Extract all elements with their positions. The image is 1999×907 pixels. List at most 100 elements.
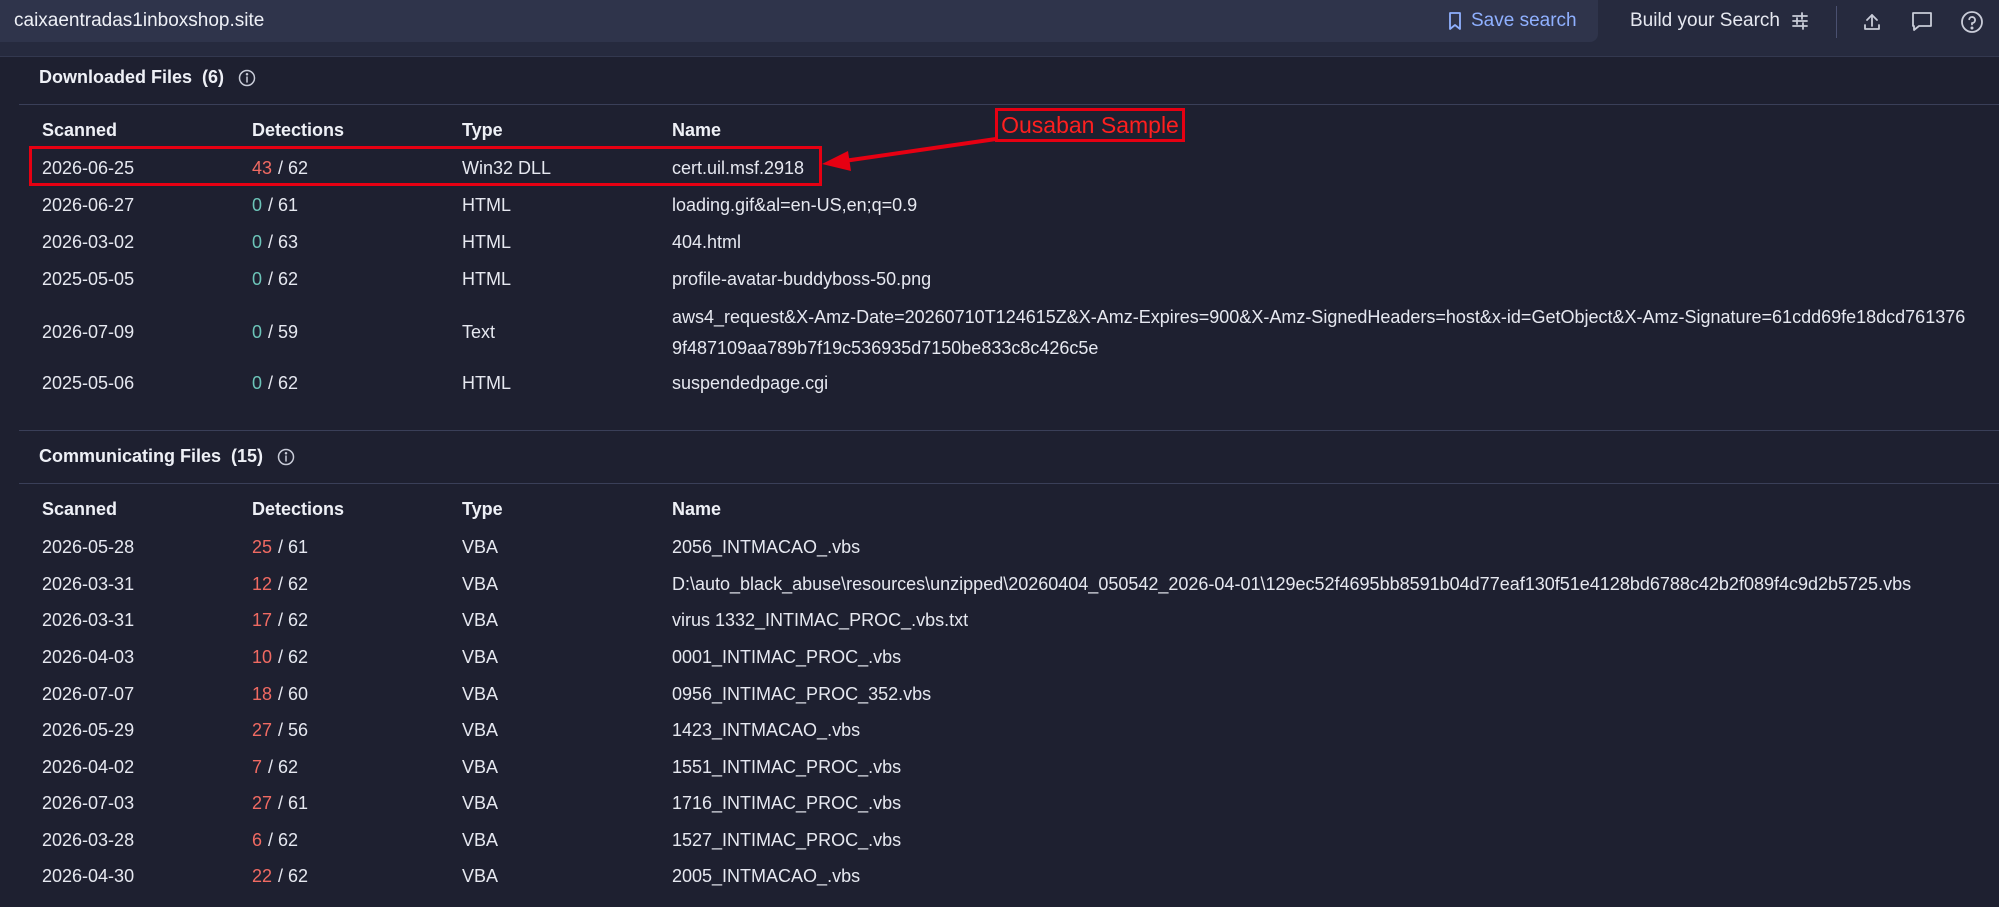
column-detections[interactable]: Detections <box>252 499 344 520</box>
column-type[interactable]: Type <box>462 120 503 141</box>
detection-total: / 61 <box>268 195 299 215</box>
file-name[interactable]: 2005_INTMACAO_.vbs <box>672 866 860 887</box>
column-name[interactable]: Name <box>672 120 721 141</box>
scanned-date: 2026-03-02 <box>42 232 135 252</box>
file-name[interactable]: profile-avatar-buddyboss-50.png <box>672 269 931 290</box>
detection-count: 10 <box>252 647 273 667</box>
file-type: VBA <box>462 610 499 630</box>
table-row[interactable]: 2026-03-31 12/ 62 VBA D:\auto_black_abuse\r… <box>0 570 1999 600</box>
detection-total: / 60 <box>278 684 309 704</box>
table-row[interactable]: 2025-05-05 0/ 62 HTML profile-avatar-buddyb… <box>0 265 1999 295</box>
detection-count: 0 <box>252 322 263 342</box>
detection-ratio[interactable]: 27/ 56 <box>252 720 308 741</box>
file-type: HTML <box>462 269 511 289</box>
detection-ratio[interactable]: 25/ 61 <box>252 537 308 558</box>
file-name[interactable]: 404.html <box>672 232 741 253</box>
file-name[interactable]: loading.gif&al=en-US,en;q=0.9 <box>672 195 917 216</box>
top-bar: caixaentradas1inboxshop.site Save search… <box>0 0 1999 57</box>
upload-icon <box>1864 14 1880 30</box>
file-type: VBA <box>462 866 499 886</box>
detection-ratio[interactable]: 0/ 61 <box>252 195 298 216</box>
column-name[interactable]: Name <box>672 499 721 520</box>
table-row[interactable]: 2026-03-31 17/ 62 VBA virus 1332_INTIMAC_PR… <box>0 606 1999 636</box>
column-scanned[interactable]: Scanned <box>42 120 117 141</box>
detection-ratio[interactable]: 6/ 62 <box>252 830 298 851</box>
detection-count: 0 <box>252 232 263 252</box>
detection-count: 6 <box>252 830 263 850</box>
file-type: VBA <box>462 757 499 777</box>
help-icon <box>1961 11 1983 33</box>
file-name[interactable]: 1551_INTIMAC_PROC_.vbs <box>672 757 901 778</box>
help-button[interactable] <box>1958 8 1986 36</box>
detection-ratio[interactable]: 0/ 62 <box>252 373 298 394</box>
info-icon[interactable] <box>238 69 256 87</box>
column-type[interactable]: Type <box>462 499 503 520</box>
comment-button[interactable] <box>1908 8 1936 36</box>
file-name[interactable]: D:\auto_black_abuse\resources\unzipped\2… <box>672 574 1911 595</box>
communicating-files-title: Communicating Files (15) <box>39 446 295 467</box>
save-search-label: Save search <box>1471 10 1577 31</box>
toolbar-divider <box>1836 6 1837 38</box>
file-type: HTML <box>462 373 511 393</box>
file-name[interactable]: 0956_INTIMAC_PROC_352.vbs <box>672 684 931 705</box>
detection-total: / 62 <box>278 574 309 594</box>
file-name[interactable]: 1716_INTIMAC_PROC_.vbs <box>672 793 901 814</box>
detection-ratio[interactable]: 0/ 59 <box>252 322 298 343</box>
build-search-label: Build your Search <box>1630 10 1780 31</box>
table-row[interactable]: 2026-04-02 7/ 62 VBA 1551_INTIMAC_PROC_.vbs <box>0 753 1999 783</box>
detection-ratio[interactable]: 0/ 63 <box>252 232 298 253</box>
detection-ratio[interactable]: 22/ 62 <box>252 866 308 887</box>
info-icon[interactable] <box>277 448 295 466</box>
table-row[interactable]: 2026-06-27 0/ 61 HTML loading.gif&al=en-US,… <box>0 191 1999 221</box>
detection-ratio[interactable]: 7/ 62 <box>252 757 298 778</box>
file-name[interactable]: virus 1332_INTIMAC_PROC_.vbs.txt <box>672 610 968 631</box>
detection-total: / 56 <box>278 720 309 740</box>
upload-button[interactable] <box>1858 8 1886 36</box>
table-row[interactable]: 2026-07-03 27/ 61 VBA 1716_INTIMAC_PROC_.vb… <box>0 789 1999 819</box>
table-row[interactable]: 2026-04-30 22/ 62 VBA 2005_INTMACAO_.vbs <box>0 862 1999 892</box>
file-name[interactable]: aws4_request&X-Amz-Date=20260710T124615Z… <box>672 302 1972 364</box>
scanned-date: 2026-05-28 <box>42 537 135 557</box>
annotation-highlight-box <box>29 146 822 186</box>
table-row[interactable]: 2026-04-03 10/ 62 VBA 0001_INTIMAC_PROC_.vb… <box>0 643 1999 673</box>
downloaded-files-count: (6) <box>202 67 225 87</box>
annotation-arrow <box>822 137 997 171</box>
detection-total: / 62 <box>278 610 309 630</box>
table-row[interactable]: 2026-03-02 0/ 63 HTML 404.html <box>0 228 1999 258</box>
column-scanned[interactable]: Scanned <box>42 499 117 520</box>
build-search-button[interactable]: Build your Search <box>1630 10 1810 32</box>
table-row[interactable]: 2026-07-09 0/ 59 Text aws4_request&X-Amz-Da… <box>0 302 1999 364</box>
sliders-icon <box>1792 12 1808 30</box>
file-name[interactable]: 1527_INTIMAC_PROC_.vbs <box>672 830 901 851</box>
file-name[interactable]: 2056_INTMACAO_.vbs <box>672 537 860 558</box>
column-detections[interactable]: Detections <box>252 120 344 141</box>
file-type: HTML <box>462 195 511 215</box>
search-query[interactable]: caixaentradas1inboxshop.site <box>14 10 264 32</box>
table-row[interactable]: 2025-05-06 0/ 62 HTML suspendedpage.cgi <box>0 369 1999 399</box>
detection-total: / 61 <box>278 537 309 557</box>
detection-ratio[interactable]: 18/ 60 <box>252 684 308 705</box>
detection-total: / 62 <box>268 269 299 289</box>
scanned-date: 2026-03-31 <box>42 574 135 594</box>
search-input[interactable]: caixaentradas1inboxshop.site <box>0 0 1598 42</box>
scanned-date: 2026-03-28 <box>42 830 135 850</box>
detection-ratio[interactable]: 12/ 62 <box>252 574 308 595</box>
file-type: VBA <box>462 793 499 813</box>
detection-ratio[interactable]: 0/ 62 <box>252 269 298 290</box>
save-search-button[interactable]: Save search <box>1447 10 1577 32</box>
table-row[interactable]: 2026-03-28 6/ 62 VBA 1527_INTIMAC_PROC_.vbs <box>0 826 1999 856</box>
table-row[interactable]: 2026-07-07 18/ 60 VBA 0956_INTIMAC_PROC_352… <box>0 680 1999 710</box>
detection-count: 12 <box>252 574 273 594</box>
bookmark-icon <box>1449 12 1461 30</box>
table-row[interactable]: 2026-05-29 27/ 56 VBA 1423_INTMACAO_.vbs <box>0 716 1999 746</box>
file-name[interactable]: 1423_INTMACAO_.vbs <box>672 720 860 741</box>
detection-ratio[interactable]: 17/ 62 <box>252 610 308 631</box>
detection-ratio[interactable]: 10/ 62 <box>252 647 308 668</box>
detection-ratio[interactable]: 27/ 61 <box>252 793 308 814</box>
file-name[interactable]: suspendedpage.cgi <box>672 373 828 394</box>
detection-count: 0 <box>252 195 263 215</box>
detection-total: / 62 <box>278 647 309 667</box>
file-name[interactable]: 0001_INTIMAC_PROC_.vbs <box>672 647 901 668</box>
scanned-date: 2026-07-09 <box>42 322 135 342</box>
table-row[interactable]: 2026-05-28 25/ 61 VBA 2056_INTMACAO_.vbs <box>0 533 1999 563</box>
